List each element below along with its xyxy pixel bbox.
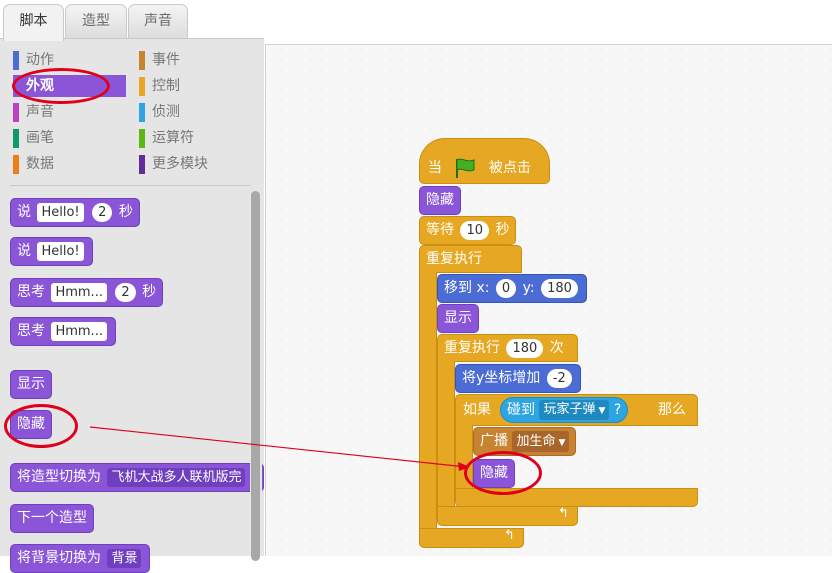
category-sound[interactable]: 声音 xyxy=(13,101,123,123)
block-show[interactable]: 显示 xyxy=(437,304,479,333)
block-switch-costume[interactable]: 将造型切换为 飞机大战多人联机版完 xyxy=(10,463,264,492)
y-input[interactable]: 180 xyxy=(541,278,578,298)
block-switch-backdrop[interactable]: 将背景切换为 背景 xyxy=(10,544,151,573)
block-text: 思考 xyxy=(17,284,45,300)
category-sensing[interactable]: 侦测 xyxy=(139,101,249,123)
annotation-circle-looks xyxy=(12,68,110,104)
block-text: 被点击 xyxy=(488,160,531,176)
block-text: y: xyxy=(522,280,535,296)
block-text: 思考 xyxy=(17,323,45,339)
category-events[interactable]: 事件 xyxy=(139,49,249,71)
category-label: 画笔 xyxy=(26,130,54,146)
dropdown-arrow-icon: ▼ xyxy=(558,437,566,448)
repeat-arm xyxy=(437,361,455,517)
block-text: 等待 xyxy=(426,222,454,238)
block-say[interactable]: 说 Hello! xyxy=(10,237,93,266)
category-color-swatch xyxy=(139,77,145,96)
dropdown-arrow-icon: ▼ xyxy=(598,406,606,416)
category-color-swatch xyxy=(139,129,145,148)
category-color-swatch xyxy=(139,51,145,70)
block-palette: 动作 外观 声音 画笔 数据 事件 控制 侦测 运算符 更多模块 说 Hello… xyxy=(0,38,264,573)
block-text: 将背景切换为 xyxy=(17,550,101,566)
category-label: 侦测 xyxy=(152,104,180,120)
block-touching[interactable]: 碰到 玩家子弹 ▼ ? xyxy=(500,397,629,423)
block-text: 秒 xyxy=(142,284,157,300)
category-label: 运算符 xyxy=(152,130,194,146)
block-text: 将y坐标增加 xyxy=(462,370,541,386)
tab-sounds[interactable]: 声音 xyxy=(128,4,188,39)
green-flag-icon xyxy=(456,158,475,178)
category-operators[interactable]: 运算符 xyxy=(139,127,249,149)
broadcast-message-dropdown[interactable]: 加生命 ▼ xyxy=(512,430,570,452)
message-input[interactable]: Hello! xyxy=(37,202,84,222)
block-think-for-secs[interactable]: 思考 Hmm... 2 秒 xyxy=(10,278,164,307)
category-control[interactable]: 控制 xyxy=(139,75,249,97)
block-wait[interactable]: 等待 10 秒 xyxy=(419,216,517,245)
block-think[interactable]: 思考 Hmm... xyxy=(10,317,116,346)
forever-arm xyxy=(419,272,437,532)
loop-arrow-icon: ↰ xyxy=(504,528,515,543)
category-color-swatch xyxy=(13,155,19,174)
touching-target-dropdown[interactable]: 玩家子弹 ▼ xyxy=(539,400,610,420)
wait-seconds-input[interactable]: 10 xyxy=(460,220,489,240)
block-text: ? xyxy=(613,402,622,418)
block-text: 次 xyxy=(549,340,564,356)
block-text: x: xyxy=(476,280,490,296)
category-color-swatch xyxy=(13,129,19,148)
block-text: 秒 xyxy=(495,222,510,238)
loop-arrow-icon: ↰ xyxy=(558,506,569,521)
repeat-content: 重复执行 180 次 xyxy=(444,336,564,360)
block-next-costume[interactable]: 下一个造型 xyxy=(10,504,94,533)
x-input[interactable]: 0 xyxy=(495,278,517,298)
block-say-for-secs[interactable]: 说 Hello! 2 秒 xyxy=(10,198,140,227)
repeat-count-input[interactable]: 180 xyxy=(506,338,544,358)
costume-dropdown[interactable]: 飞机大战多人联机版完 xyxy=(107,467,246,487)
category-color-swatch xyxy=(139,103,145,122)
tab-scripts[interactable]: 脚本 xyxy=(3,4,64,41)
block-show[interactable]: 显示 xyxy=(10,370,52,399)
category-label: 数据 xyxy=(26,156,54,172)
block-text: 说 xyxy=(17,243,31,259)
block-text: 碰到 xyxy=(507,402,535,418)
message-input[interactable]: Hello! xyxy=(37,241,84,261)
block-goto-xy[interactable]: 移到 x: 0 y: 180 xyxy=(437,274,587,303)
block-text: 广播 xyxy=(480,433,508,449)
block-text: 重复执行 xyxy=(444,340,500,356)
block-text: 移到 xyxy=(444,280,472,296)
backdrop-dropdown[interactable]: 背景 xyxy=(107,548,142,568)
category-color-swatch xyxy=(13,103,19,122)
block-hide[interactable]: 隐藏 xyxy=(419,186,461,215)
if-then-label: 那么 xyxy=(658,402,686,418)
if-label: 如果 xyxy=(463,402,491,418)
change-y-input[interactable]: -2 xyxy=(546,368,572,388)
category-color-swatch xyxy=(13,51,19,70)
seconds-input[interactable]: 2 xyxy=(92,202,113,222)
palette-scrollbar-thumb[interactable] xyxy=(251,191,260,561)
category-data[interactable]: 数据 xyxy=(13,153,123,175)
repeat-bottom xyxy=(437,506,578,526)
message-input[interactable]: Hmm... xyxy=(51,282,107,302)
category-more-blocks[interactable]: 更多模块 xyxy=(139,153,249,175)
block-text: 说 xyxy=(17,204,31,220)
block-text: 秒 xyxy=(118,204,133,220)
block-text: 将造型切换为 xyxy=(17,469,101,485)
category-label: 事件 xyxy=(152,52,180,68)
category-label: 更多模块 xyxy=(152,156,208,172)
block-text: 当 xyxy=(428,160,442,176)
seconds-input[interactable]: 2 xyxy=(115,282,136,302)
hat-content: 当 被点击 xyxy=(428,156,531,180)
tab-costumes[interactable]: 造型 xyxy=(65,4,127,39)
category-label: 声音 xyxy=(26,104,54,120)
annotation-circle-hide-script xyxy=(464,451,542,495)
block-change-y[interactable]: 将y坐标增加 -2 xyxy=(455,364,581,393)
category-label: 控制 xyxy=(152,78,180,94)
category-pen[interactable]: 画笔 xyxy=(13,127,123,149)
category-color-swatch xyxy=(139,155,145,174)
forever-label: 重复执行 xyxy=(426,251,482,267)
divider xyxy=(10,185,250,186)
message-input[interactable]: Hmm... xyxy=(51,321,107,341)
annotation-circle-hide-palette xyxy=(4,404,78,448)
